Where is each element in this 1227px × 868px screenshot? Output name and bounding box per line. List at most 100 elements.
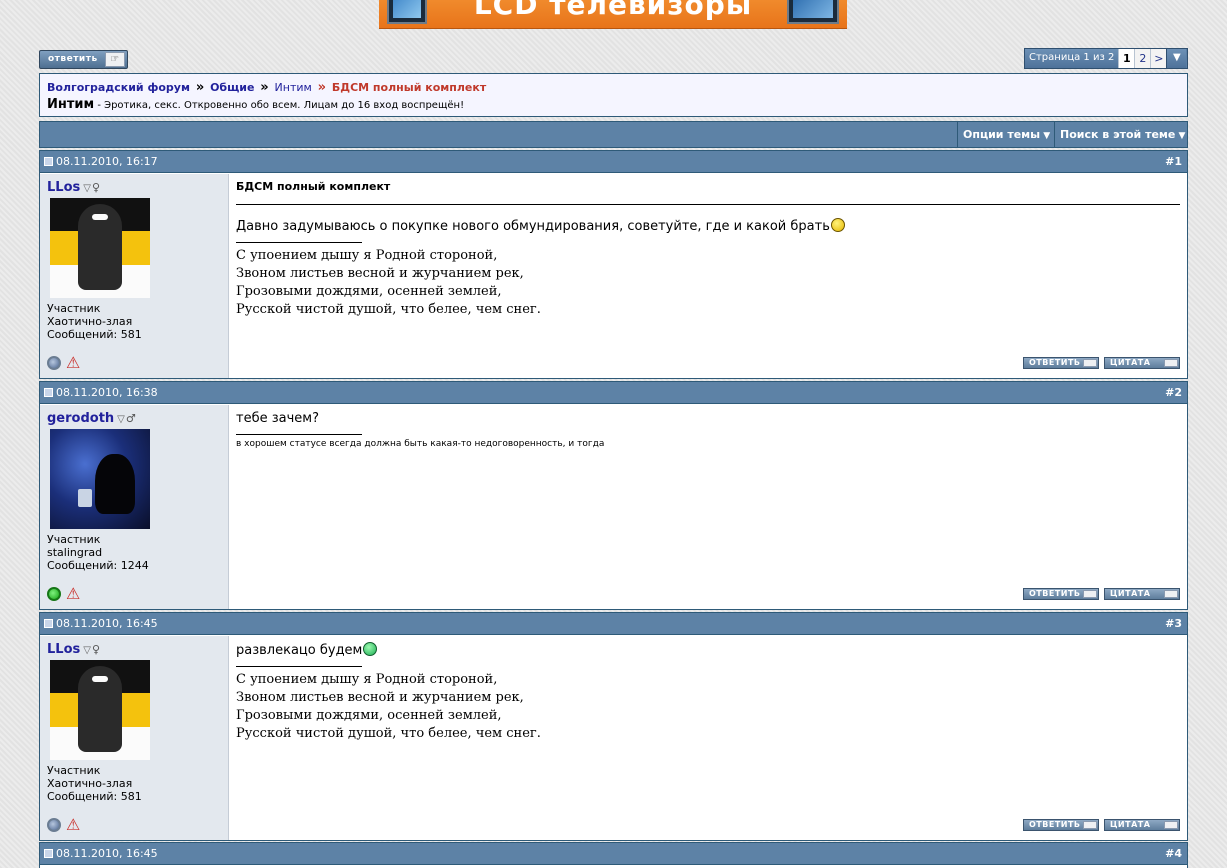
report-warning-icon[interactable]: ⚠ <box>66 355 80 371</box>
user-title: Участник <box>47 764 101 777</box>
female-icon: ♀ <box>91 181 101 194</box>
post-text: развлекацо будем <box>236 642 1180 658</box>
username[interactable]: LLos <box>47 180 80 195</box>
signature-divider <box>236 434 362 435</box>
avatar[interactable] <box>50 660 150 760</box>
breadcrumb-current-thread: БДСМ полный комплект <box>331 81 487 94</box>
user-post-count: Сообщений: 1244 <box>47 559 149 572</box>
post-text-content: развлекацо будем <box>236 643 363 658</box>
envelope-icon <box>1083 359 1097 367</box>
thread-options-menu[interactable]: Опции темы <box>957 122 1055 147</box>
smile-icon <box>830 218 845 232</box>
breadcrumb-separator: » <box>260 80 269 95</box>
user-subtitle: Хаотично-злая <box>47 315 133 328</box>
post-number-link[interactable]: #1 <box>1165 155 1182 168</box>
post-actions: ответить цитата <box>1018 817 1180 831</box>
report-warning-icon[interactable]: ⚠ <box>66 817 80 833</box>
search-thread-menu[interactable]: Поиск в этой теме <box>1054 122 1190 147</box>
post-date: 08.11.2010, 16:45 <box>44 617 158 630</box>
reply-post-label: ответить <box>1029 589 1081 598</box>
username-link[interactable]: LLos ▽♀ <box>47 642 221 657</box>
signature-line: Звоном листьев весной и журчанием рек, <box>236 690 524 705</box>
post-text: тебе зачем? <box>236 411 319 426</box>
post-date-text: 08.11.2010, 16:17 <box>56 155 158 168</box>
breadcrumb-general[interactable]: Общие <box>210 81 254 94</box>
post-message: БДСМ полный комплект Давно задумываюсь о… <box>236 180 1180 378</box>
user-post-count: Сообщений: 581 <box>47 328 142 341</box>
user-status: ⚠ <box>47 355 80 371</box>
quote-post-label: цитата <box>1110 589 1151 598</box>
male-icon: ♂ <box>125 412 136 425</box>
signature-line: С упоением дышу я Родной стороной, <box>236 248 498 263</box>
navbar: Волгоградский форум » Общие » Интим » БД… <box>39 73 1188 117</box>
report-warning-icon[interactable]: ⚠ <box>66 586 80 602</box>
quote-post-button[interactable]: цитата <box>1104 357 1180 369</box>
signature: С упоением дышу я Родной стороной, Звоно… <box>236 247 1180 319</box>
avatar-figure <box>78 666 122 752</box>
page-2-link[interactable]: 2 <box>1134 49 1151 68</box>
post-icon <box>44 849 53 858</box>
online-status-icon[interactable] <box>47 587 61 601</box>
post-4: 08.11.2010, 16:45 #4 <box>39 842 1188 868</box>
post-2: 08.11.2010, 16:38 #2 gerodoth ▽♂ Участник… <box>39 381 1188 610</box>
breadcrumb-forum-home[interactable]: Волгоградский форум <box>47 81 190 94</box>
reply-post-button[interactable]: ответить <box>1023 357 1099 369</box>
breadcrumb-intim[interactable]: Интим <box>275 81 312 94</box>
post-body: LLos ▽♀ Участник Хаотично-злая Сообщений:… <box>40 636 1187 840</box>
signature-line: Грозовыми дождями, осенней землей, <box>236 284 502 299</box>
post-header: 08.11.2010, 16:38 #2 <box>40 382 1187 404</box>
post-date: 08.11.2010, 16:45 <box>44 847 158 860</box>
username-link[interactable]: LLos ▽♀ <box>47 180 221 195</box>
post-icon <box>44 388 53 397</box>
forum-name: Интим <box>47 97 95 112</box>
reply-button[interactable]: ответить ☞ <box>39 50 128 69</box>
forum-description: Интим - Эротика, секс. Откровенно обо вс… <box>47 97 1180 112</box>
page-jump-dropdown-icon[interactable]: ▼ <box>1166 49 1187 68</box>
hand-icon: ☞ <box>105 52 125 67</box>
quote-icon <box>1164 359 1178 367</box>
username-link[interactable]: gerodoth ▽♂ <box>47 411 221 426</box>
user-status: ⚠ <box>47 817 80 833</box>
avatar[interactable] <box>50 198 150 298</box>
post-date: 08.11.2010, 16:38 <box>44 386 158 399</box>
user-title-block: Участник stalingrad Сообщений: 1244 <box>47 533 221 572</box>
username[interactable]: gerodoth <box>47 411 114 426</box>
post-number-link[interactable]: #3 <box>1165 617 1182 630</box>
signature-line: Звоном листьев весной и журчанием рек, <box>236 266 524 281</box>
offline-status-icon[interactable] <box>47 356 61 370</box>
grin-smile-icon <box>363 642 378 656</box>
username[interactable]: LLos <box>47 642 80 657</box>
reply-post-button[interactable]: ответить <box>1023 819 1099 831</box>
user-info: LLos ▽♀ Участник Хаотично-злая Сообщений:… <box>40 636 229 840</box>
avatar[interactable] <box>50 429 150 529</box>
reply-post-button[interactable]: ответить <box>1023 588 1099 600</box>
quote-post-button[interactable]: цитата <box>1104 819 1180 831</box>
user-menu-icon[interactable]: ▽ <box>83 645 91 656</box>
post-icon <box>44 619 53 628</box>
ad-banner[interactable]: LCD телевизоры <box>379 0 847 29</box>
next-page-link[interactable]: > <box>1150 49 1167 68</box>
post-number-link[interactable]: #4 <box>1165 847 1182 860</box>
user-title: Участник <box>47 533 101 546</box>
signature-line: Грозовыми дождями, осенней землей, <box>236 708 502 723</box>
breadcrumb: Волгоградский форум » Общие » Интим » БД… <box>47 80 1180 95</box>
avatar-figure <box>78 204 122 290</box>
user-menu-icon[interactable]: ▽ <box>83 183 91 194</box>
offline-status-icon[interactable] <box>47 818 61 832</box>
page-1-link[interactable]: 1 <box>1118 49 1135 68</box>
post-header: 08.11.2010, 16:45 #4 <box>40 843 1187 865</box>
quote-post-button[interactable]: цитата <box>1104 588 1180 600</box>
post-number-link[interactable]: #2 <box>1165 386 1182 399</box>
post-actions: ответить цитата <box>1018 586 1180 600</box>
signature-line: С упоением дышу я Родной стороной, <box>236 672 498 687</box>
signature: в хорошем статусе всегда должна быть как… <box>236 439 605 449</box>
post-3: 08.11.2010, 16:45 #3 LLos ▽♀ Участник Хао… <box>39 612 1188 841</box>
signature-line: Русской чистой душой, что белее, чем сне… <box>236 726 541 741</box>
avatar-cat <box>95 454 135 514</box>
user-title-block: Участник Хаотично-злая Сообщений: 581 <box>47 302 221 341</box>
user-info: LLos ▽♀ Участник Хаотично-злая Сообщений:… <box>40 174 229 378</box>
post-date-text: 08.11.2010, 16:45 <box>56 847 158 860</box>
user-title-block: Участник Хаотично-злая Сообщений: 581 <box>47 764 221 803</box>
user-menu-icon[interactable]: ▽ <box>117 414 125 425</box>
signature-divider <box>236 666 362 667</box>
